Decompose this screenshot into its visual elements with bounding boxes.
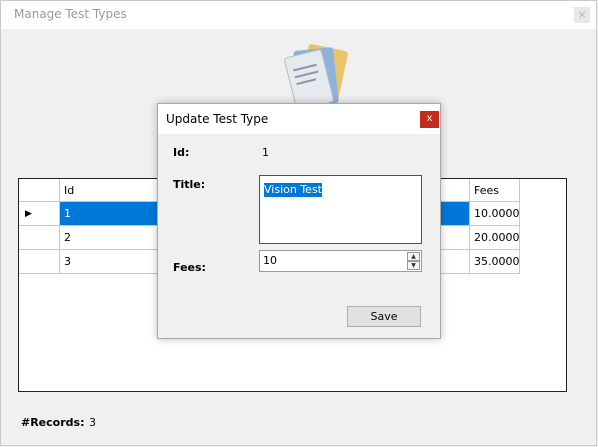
row-indicator-icon[interactable]: ▶	[19, 202, 60, 226]
dialog-titlebar: Update Test Type x	[158, 104, 440, 134]
title-label: Title:	[173, 178, 206, 191]
grid-corner-header	[19, 179, 60, 202]
spin-up-icon[interactable]: ▲	[407, 252, 420, 261]
records-count: 3	[89, 416, 96, 429]
title-selected-text[interactable]: Vision Test	[264, 183, 322, 197]
main-window-title: Manage Test Types	[14, 7, 127, 21]
title-textbox[interactable]: Vision Test	[259, 175, 422, 244]
records-label: #Records:	[21, 416, 85, 429]
fees-label: Fees:	[173, 261, 206, 274]
dialog-title: Update Test Type	[166, 112, 269, 126]
fees-value[interactable]: 10	[263, 254, 277, 267]
main-titlebar: Manage Test Types ×	[1, 1, 596, 29]
fees-numeric-input[interactable]: 10 ▲ ▼	[259, 250, 422, 272]
id-value: 1	[262, 146, 269, 159]
cell-fees[interactable]: 35.0000	[470, 250, 520, 274]
spin-down-icon[interactable]: ▼	[407, 261, 420, 270]
save-button[interactable]: Save	[347, 306, 421, 327]
column-header-fees[interactable]: Fees	[470, 179, 520, 202]
update-test-type-dialog: Update Test Type x Id: 1 Title: Vision T…	[157, 103, 441, 339]
cell-fees[interactable]: 10.0000	[470, 202, 520, 226]
main-close-button[interactable]: ×	[574, 7, 590, 23]
id-label: Id:	[173, 146, 190, 159]
row-header[interactable]	[19, 226, 60, 250]
cell-fees[interactable]: 20.0000	[470, 226, 520, 250]
document-icon	[284, 44, 348, 111]
dialog-close-button[interactable]: x	[420, 111, 439, 128]
row-header[interactable]	[19, 250, 60, 274]
